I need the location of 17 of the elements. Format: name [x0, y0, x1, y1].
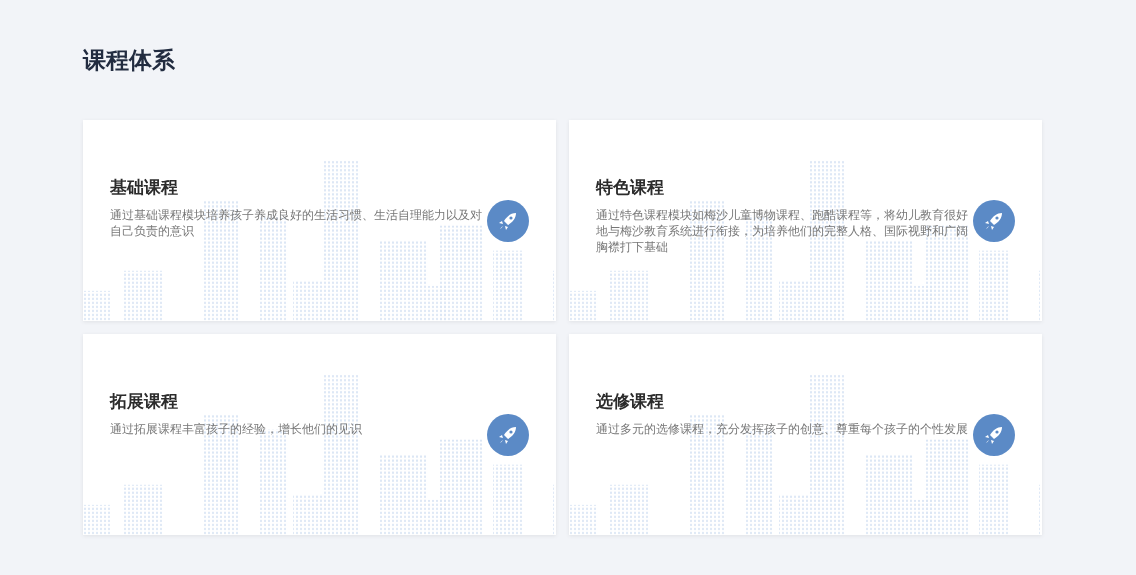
course-description: 通过多元的选修课程，充分发挥孩子的创意、尊重每个孩子的个性发展 — [596, 421, 969, 437]
rocket-icon[interactable] — [973, 414, 1015, 456]
section-heading: 课程体系 — [83, 46, 176, 75]
rocket-icon[interactable] — [973, 200, 1015, 242]
course-card[interactable]: 选修课程 通过多元的选修课程，充分发挥孩子的创意、尊重每个孩子的个性发展 — [569, 334, 1042, 535]
rocket-icon[interactable] — [487, 200, 529, 242]
course-title: 拓展课程 — [110, 390, 179, 413]
course-description: 通过特色课程模块如梅沙儿童博物课程、跑酷课程等，将幼儿教育很好地与梅沙教育系统进行衔接，为培养他们的完整人格、国际视野和广阔胸襟打下基础 — [596, 207, 969, 255]
course-title: 特色课程 — [596, 176, 665, 199]
course-card[interactable]: 基础课程 通过基础课程模块培养孩子养成良好的生活习惯、生活自理能力以及对自己负责的意识 — [83, 120, 556, 321]
course-title: 基础课程 — [110, 176, 179, 199]
course-description: 通过拓展课程丰富孩子的经验，增长他们的见识 — [110, 421, 363, 437]
course-card[interactable]: 特色课程 通过特色课程模块如梅沙儿童博物课程、跑酷课程等，将幼儿教育很好地与梅沙教育系统进行衔接，为培养他们的完整人格、国际视野和广阔胸襟打下基础 — [569, 120, 1042, 321]
course-card[interactable]: 拓展课程 通过拓展课程丰富孩子的经验，增长他们的见识 — [83, 334, 556, 535]
course-title: 选修课程 — [596, 390, 665, 413]
course-description: 通过基础课程模块培养孩子养成良好的生活习惯、生活自理能力以及对自己负责的意识 — [110, 207, 483, 239]
rocket-icon[interactable] — [487, 414, 529, 456]
